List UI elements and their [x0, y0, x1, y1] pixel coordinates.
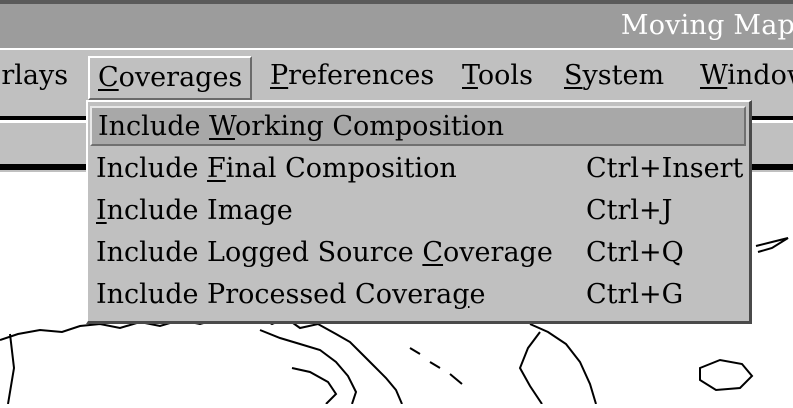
menu-window[interactable]: Window: [692, 56, 793, 100]
coastline-island-1: [259, 329, 358, 405]
menu-overlays-label: Overlays: [0, 60, 69, 91]
mnemonic-w: W: [209, 111, 235, 142]
menu-preferences[interactable]: Preferences: [262, 56, 442, 100]
coastline-greenland-2: [518, 331, 543, 405]
mnemonic-f: F: [207, 153, 226, 184]
shortcut-label: Ctrl+G: [586, 279, 684, 310]
menu-coverages[interactable]: Coverages: [88, 56, 253, 100]
mnemonic-g: g: [452, 279, 470, 310]
mnemonic-i: I: [96, 195, 107, 226]
menu-tools-mnemonic: T: [462, 60, 478, 91]
coastline-east: [755, 237, 789, 253]
title-bar: Moving Map: [0, 0, 793, 48]
coverages-dropdown: Include Working Composition Include Fina…: [86, 100, 752, 324]
shortcut-label: Ctrl+Insert: [586, 153, 744, 184]
coastline-island-2: [291, 367, 338, 405]
menu-coverages-mnemonic: C: [98, 62, 119, 93]
shortcut-label: Ctrl+Q: [586, 237, 684, 268]
island-east: [699, 358, 754, 392]
menu-item-include-final-composition[interactable]: Include Final Composition Ctrl+Insert: [90, 150, 746, 190]
menu-window-mnemonic: W: [700, 60, 728, 91]
menu-item-include-image[interactable]: Include Image Ctrl+J: [90, 192, 746, 232]
menu-item-include-processed-coverage[interactable]: Include Processed Coverage Ctrl+G: [90, 276, 746, 316]
menu-tools[interactable]: Tools: [454, 56, 541, 100]
islets: [409, 347, 463, 385]
menu-item-include-working-composition[interactable]: Include Working Composition: [90, 106, 746, 146]
shortcut-label: Ctrl+J: [586, 195, 673, 226]
coastline-inner: [7, 333, 16, 405]
mnemonic-c: C: [422, 237, 444, 268]
menu-system-mnemonic: S: [564, 60, 583, 91]
menu-preferences-mnemonic: P: [270, 60, 289, 91]
coastline-west: [0, 314, 403, 405]
menu-system[interactable]: System: [556, 56, 672, 100]
window-title: Moving Map: [620, 10, 793, 41]
coastline-greenland: [529, 323, 597, 405]
menu-overlays[interactable]: Overlays: [0, 56, 76, 100]
menu-item-include-logged-source-coverage[interactable]: Include Logged Source Coverage Ctrl+Q: [90, 234, 746, 274]
menu-bar: Overlays Coverages Preferences Tools Sys…: [0, 48, 793, 104]
